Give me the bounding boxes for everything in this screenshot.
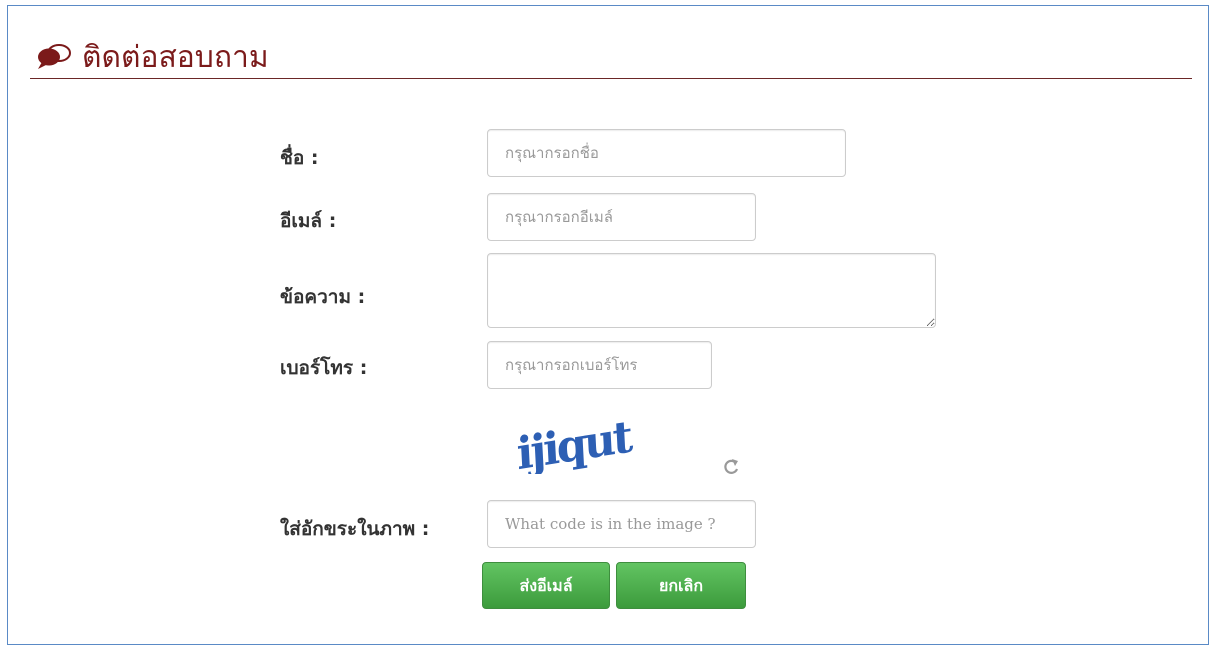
speech-bubble-icon — [38, 44, 71, 69]
phone-label: เบอร์โทร : — [280, 357, 368, 379]
page-title: ติดต่อสอบถาม — [82, 40, 269, 75]
captcha-input[interactable] — [487, 500, 756, 548]
phone-input[interactable] — [487, 341, 712, 389]
email-input[interactable] — [487, 193, 756, 241]
page-header: ติดต่อสอบถาม — [30, 28, 1192, 79]
message-textarea[interactable] — [487, 253, 936, 328]
name-label: ชื่อ : — [280, 147, 319, 169]
submit-button[interactable]: ส่งอีเมล์ — [482, 562, 610, 609]
message-label: ข้อความ : — [280, 286, 366, 308]
cancel-button[interactable]: ยกเลิก — [616, 562, 746, 609]
captcha-image: ijiqut — [516, 411, 635, 474]
email-label: อีเมล์ : — [280, 210, 337, 232]
captcha-text: ijiqut — [516, 411, 635, 474]
name-input[interactable] — [487, 129, 846, 177]
captcha-label: ใส่อักขระในภาพ : — [280, 518, 430, 540]
refresh-icon[interactable] — [722, 458, 740, 476]
